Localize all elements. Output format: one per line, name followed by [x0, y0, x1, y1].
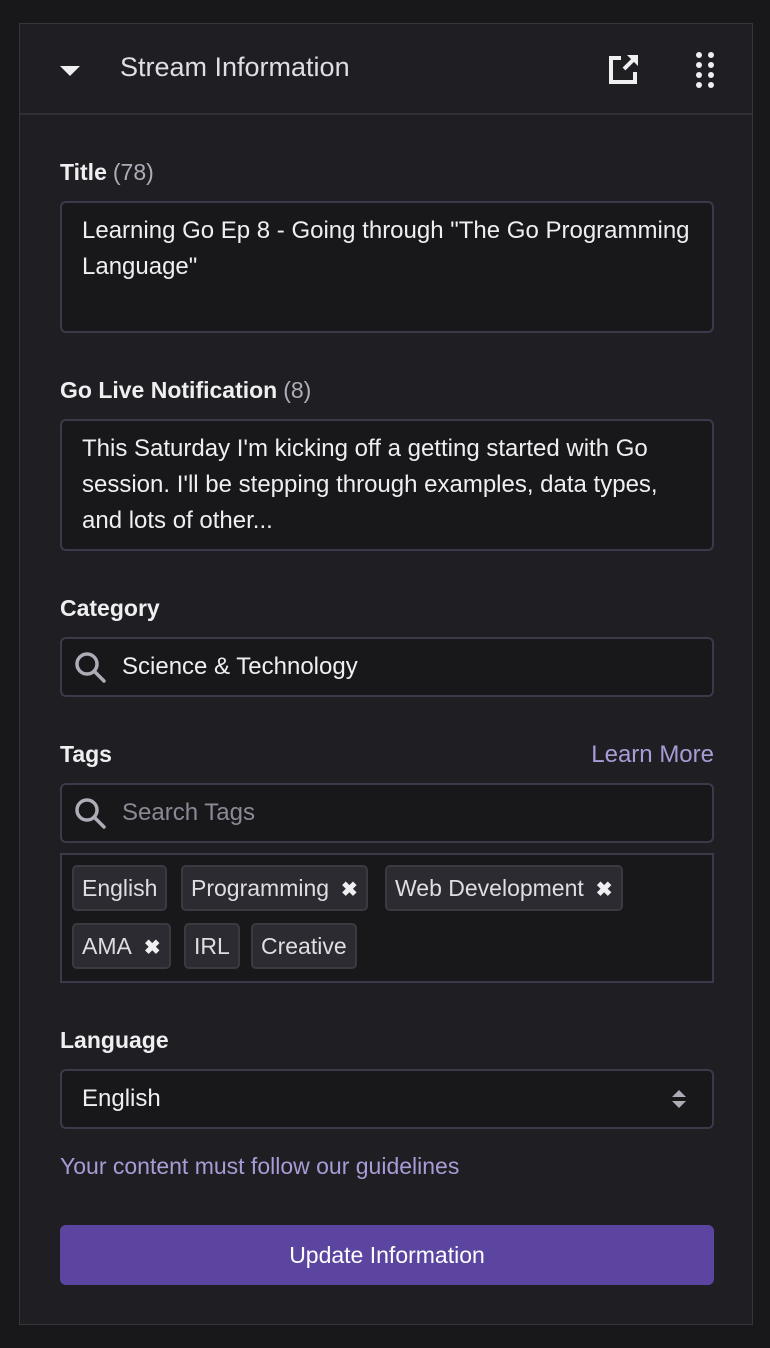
- tag-label: AMA: [82, 933, 132, 959]
- tags-label: Tags: [60, 741, 112, 767]
- remove-tag-icon[interactable]: ✖: [596, 877, 613, 902]
- tag-label: Web Development: [395, 875, 584, 901]
- tag-label: IRL: [194, 933, 230, 959]
- search-tags-placeholder: Search Tags: [122, 799, 255, 826]
- language-select[interactable]: English: [60, 1069, 714, 1129]
- stream-information-panel: Stream Information Title (78) Learning Go…: [19, 23, 753, 1325]
- notification-char-count: (8): [283, 377, 312, 403]
- search-tags-input[interactable]: Search Tags: [60, 783, 714, 843]
- notification-label-text: Go Live Notification: [60, 377, 278, 403]
- remove-tag-icon[interactable]: ✖: [341, 877, 358, 902]
- update-information-button[interactable]: Update Information: [60, 1225, 714, 1285]
- remove-tag-icon[interactable]: ✖: [144, 935, 161, 960]
- tag-web-development[interactable]: Web Development ✖: [385, 865, 623, 911]
- notification-textarea[interactable]: This Saturday I'm kicking off a getting …: [60, 419, 714, 551]
- title-char-count: (78): [112, 159, 154, 185]
- category-input[interactable]: Science & Technology: [60, 637, 714, 697]
- tag-label: Programming: [191, 875, 330, 901]
- tag-creative[interactable]: Creative: [251, 923, 357, 969]
- drag-handle-icon[interactable]: [694, 50, 716, 90]
- panel-header: Stream Information: [20, 24, 752, 115]
- category-value: Science & Technology: [122, 653, 358, 680]
- tag-programming[interactable]: Programming ✖: [181, 865, 368, 911]
- guidelines-link[interactable]: Your content must follow our guidelines: [60, 1153, 459, 1180]
- search-icon: [75, 798, 106, 829]
- notification-label: Go Live Notification (8): [60, 377, 311, 404]
- search-icon: [75, 652, 106, 683]
- chevron-down-icon[interactable]: [58, 58, 82, 82]
- language-label: Language: [60, 1027, 169, 1053]
- popout-icon[interactable]: [607, 52, 641, 86]
- tag-ama[interactable]: AMA ✖: [72, 923, 171, 969]
- title-label: Title (78): [60, 159, 154, 186]
- tag-irl[interactable]: IRL: [184, 923, 240, 969]
- learn-more-link[interactable]: Learn More: [591, 741, 714, 769]
- language-value: English: [82, 1085, 161, 1112]
- tag-label: English: [82, 875, 158, 901]
- category-label: Category: [60, 595, 160, 621]
- sort-arrows-icon: [672, 1090, 686, 1108]
- tag-english[interactable]: English: [72, 865, 168, 911]
- panel-title: Stream Information: [120, 52, 350, 82]
- title-textarea[interactable]: Learning Go Ep 8 - Going through "The Go…: [60, 201, 714, 333]
- title-label-text: Title: [60, 159, 107, 185]
- tag-label: Creative: [261, 933, 347, 959]
- tags-list: English Programming ✖ Web Development ✖ AM…: [60, 853, 714, 983]
